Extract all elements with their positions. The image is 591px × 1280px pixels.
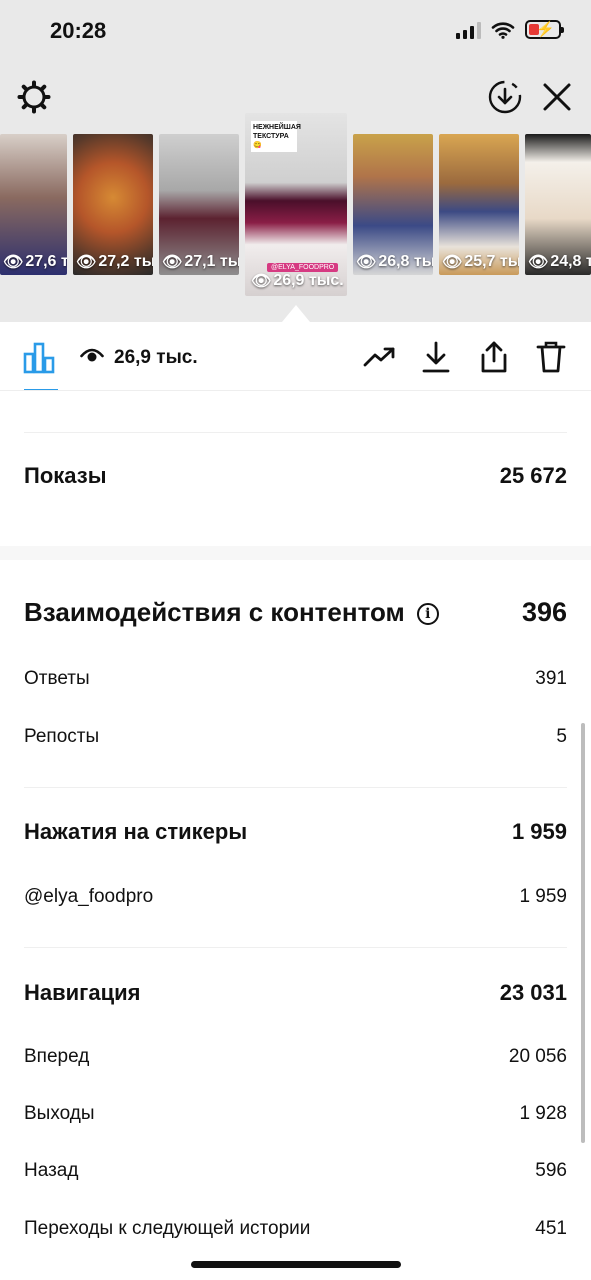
story-strip-area: 20:28 ⚡ 👁 27,6 т 👁 27,2 ты 👁 27,1 ты НЕЖ… <box>0 0 591 322</box>
story-thumbnail[interactable]: 👁27,6 тыс. <box>0 134 67 275</box>
divider <box>24 947 567 948</box>
next-story-label: Переходы к следующей истории <box>24 1218 311 1239</box>
selected-story-pointer <box>282 305 310 322</box>
close-icon[interactable] <box>538 78 576 116</box>
view-count: 27,6 тыс. <box>25 253 67 270</box>
back-label: Назад <box>24 1160 79 1181</box>
story-thumbnails[interactable]: 👁27,6 тыс. 👁27,2 тыс. 👁27,1 тыс. НЕЖНЕЙШ… <box>0 113 591 298</box>
view-count: 27,1 тыс. <box>184 253 239 270</box>
next-story-value: 451 <box>535 1218 567 1239</box>
trending-chart-icon[interactable] <box>361 338 399 376</box>
mention-row: @elya_foodpro 1 959 <box>24 886 567 908</box>
cellular-signal-icon <box>456 21 481 39</box>
views-counter: 26,9 тыс. <box>80 346 198 370</box>
sticker-taps-value: 1 959 <box>511 819 567 844</box>
eye-icon: 👁 <box>442 254 463 271</box>
settings-gear-icon[interactable] <box>15 78 53 116</box>
story-caption: НЕЖНЕЙШАЯ ТЕКСТУРА 😋 <box>251 121 301 152</box>
story-thumbnail-selected[interactable]: НЕЖНЕЙШАЯ ТЕКСТУРА 😋 @ELYA_FOODPRO 👁 26,9… <box>245 113 347 296</box>
forward-value: 20 056 <box>508 1046 567 1067</box>
view-count: 27,2 тыс. <box>98 253 153 270</box>
delete-trash-icon[interactable] <box>532 338 570 376</box>
battery-charging-icon: ⚡ <box>525 20 564 39</box>
exits-row: Выходы 1 928 <box>24 1103 567 1125</box>
next-story-row: Переходы к следующей истории 451 <box>24 1218 567 1240</box>
forward-label: Вперед <box>24 1046 90 1067</box>
story-thumbnail[interactable]: 👁27,1 тыс. <box>159 134 239 275</box>
download-icon[interactable] <box>417 338 455 376</box>
sticker-taps-row: Нажатия на стикеры 1 959 <box>24 819 567 845</box>
status-bar: 20:28 ⚡ <box>0 0 591 64</box>
scrollbar[interactable] <box>581 723 585 1143</box>
navigation-label: Навигация <box>24 980 141 1005</box>
story-action-bar: 26,9 тыс. <box>0 322 591 392</box>
insights-chart-icon[interactable] <box>22 340 56 379</box>
view-count: 26,9 тыс. <box>273 272 344 289</box>
share-icon[interactable] <box>475 338 513 376</box>
divider <box>24 787 567 788</box>
replies-value: 391 <box>535 668 567 689</box>
reposts-value: 5 <box>556 726 567 747</box>
mention-label: @elya_foodpro <box>24 886 154 907</box>
eye-icon <box>80 346 104 370</box>
info-icon[interactable]: i <box>416 603 439 626</box>
story-thumbnail[interactable]: 👁26,8 тыс. <box>353 134 433 275</box>
sticker-taps-label: Нажатия на стикеры <box>24 819 248 844</box>
eye-icon: 👁 <box>356 254 377 271</box>
view-count: 25,7 тыс. <box>464 253 519 270</box>
eye-icon: 👁 <box>162 254 183 271</box>
story-thumbnail[interactable]: 👁25,7 тыс. <box>439 134 519 275</box>
download-circle-icon[interactable] <box>486 78 524 116</box>
impressions-value: 25 672 <box>499 463 567 488</box>
replies-label: Ответы <box>24 668 90 689</box>
exits-label: Выходы <box>24 1103 95 1124</box>
divider <box>24 432 567 433</box>
replies-row: Ответы 391 <box>24 668 567 690</box>
mention-value: 1 959 <box>519 886 567 907</box>
divider <box>0 390 591 391</box>
exits-value: 1 928 <box>519 1103 567 1124</box>
forward-row: Вперед 20 056 <box>24 1046 567 1068</box>
views-count: 26,9 тыс. <box>114 347 198 368</box>
story-thumbnail[interactable]: 👁27,2 тыс. <box>73 134 153 275</box>
view-count: 26,8 тыс. <box>378 253 433 270</box>
interactions-label: Взаимодействия с контентом <box>24 597 405 627</box>
eye-icon: 👁 <box>528 254 549 271</box>
status-time: 20:28 <box>50 18 107 43</box>
home-indicator[interactable] <box>191 1261 401 1268</box>
reposts-row: Репосты 5 <box>24 726 567 748</box>
eye-icon: 👁 <box>76 254 97 271</box>
reposts-label: Репосты <box>24 726 100 747</box>
navigation-value: 23 031 <box>499 980 567 1005</box>
section-separator <box>0 546 591 560</box>
wifi-icon <box>491 21 515 39</box>
back-row: Назад 596 <box>24 1160 567 1182</box>
interactions-row: Взаимодействия с контентом i 396 <box>24 597 567 628</box>
story-thumbnail[interactable]: 👁24,8 тыс. <box>525 134 591 275</box>
impressions-row: Показы 25 672 <box>24 463 567 489</box>
back-value: 596 <box>535 1160 567 1181</box>
eye-icon: 👁 <box>3 254 24 271</box>
navigation-row: Навигация 23 031 <box>24 980 567 1006</box>
interactions-value: 396 <box>521 597 567 627</box>
impressions-label: Показы <box>24 463 107 488</box>
eye-icon: 👁 <box>251 273 272 290</box>
view-count: 24,8 тыс. <box>550 253 591 270</box>
